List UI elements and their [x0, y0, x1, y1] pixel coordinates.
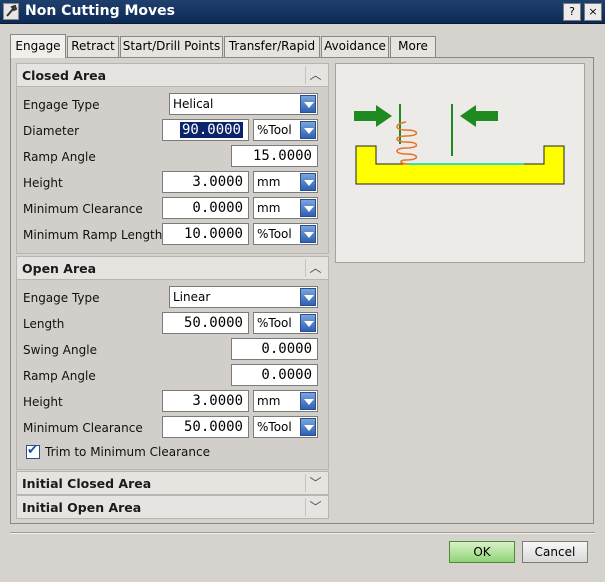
- min-ramp-length-input[interactable]: 10.0000: [162, 223, 249, 245]
- min-clearance-unit-select[interactable]: mm: [253, 197, 318, 219]
- open-min-clearance-input[interactable]: 50.0000: [162, 416, 249, 438]
- closed-area-header[interactable]: Closed Area ︿: [16, 63, 329, 87]
- swing-angle-label: Swing Angle: [23, 343, 97, 357]
- button-separator: [10, 532, 595, 534]
- diameter-input[interactable]: 90.0000: [162, 119, 249, 141]
- diameter-label: Diameter: [23, 124, 80, 138]
- length-input[interactable]: 50.0000: [162, 312, 249, 334]
- chevron-down-icon[interactable]: ﹀: [305, 498, 325, 516]
- open-min-clearance-label: Minimum Clearance: [23, 421, 143, 435]
- left-arrow-icon: [354, 105, 392, 127]
- dropdown-arrow-icon[interactable]: [300, 173, 316, 191]
- min-ramp-length-unit: %Tool: [257, 227, 292, 241]
- dropdown-arrow-icon[interactable]: [300, 418, 316, 436]
- open-ramp-angle-label: Ramp Angle: [23, 369, 96, 383]
- closed-area-title: Closed Area: [22, 68, 107, 83]
- open-engage-type-label: Engage Type: [23, 291, 100, 305]
- length-unit: %Tool: [257, 316, 292, 330]
- tab-start-drill-points[interactable]: Start/Drill Points: [120, 36, 223, 57]
- engage-preview: [335, 63, 585, 263]
- dropdown-arrow-icon[interactable]: [300, 392, 316, 410]
- initial-open-area-header[interactable]: Initial Open Area ﹀: [16, 495, 329, 519]
- wrench-icon[interactable]: [3, 3, 19, 20]
- title-bar: Non Cutting Moves ? ×: [0, 0, 605, 24]
- right-arrow-icon: [460, 105, 498, 127]
- window-title: Non Cutting Moves: [25, 3, 175, 19]
- diameter-unit-select[interactable]: %Tool: [253, 119, 318, 141]
- height-unit-select[interactable]: mm: [253, 171, 318, 193]
- trim-checkbox-label: Trim to Minimum Clearance: [45, 445, 210, 459]
- open-engage-type-value: Linear: [173, 290, 211, 304]
- chevron-up-icon[interactable]: ︿: [305, 66, 325, 84]
- diameter-value: 90.0000: [179, 122, 243, 138]
- open-area-header[interactable]: Open Area ︿: [16, 256, 329, 280]
- ok-button[interactable]: OK: [449, 541, 515, 563]
- engage-type-label: Engage Type: [23, 98, 100, 112]
- chevron-up-icon[interactable]: ︿: [305, 259, 325, 277]
- open-height-unit-select[interactable]: mm: [253, 390, 318, 412]
- dropdown-arrow-icon[interactable]: [300, 95, 316, 113]
- closed-engage-type-select[interactable]: Helical: [169, 93, 318, 115]
- height-input[interactable]: 3.0000: [162, 171, 249, 193]
- dropdown-arrow-icon[interactable]: [300, 225, 316, 243]
- tab-avoidance[interactable]: Avoidance: [321, 36, 389, 57]
- chevron-down-icon[interactable]: ﹀: [305, 474, 325, 492]
- open-min-clearance-unit-select[interactable]: %Tool: [253, 416, 318, 438]
- open-height-label: Height: [23, 395, 63, 409]
- closed-engage-type-value: Helical: [173, 97, 214, 111]
- dropdown-arrow-icon[interactable]: [300, 121, 316, 139]
- dropdown-arrow-icon[interactable]: [300, 288, 316, 306]
- helical-engage-diagram: [354, 104, 565, 185]
- ramp-angle-input[interactable]: 15.0000: [231, 145, 318, 167]
- min-ramp-length-label: Minimum Ramp Length: [23, 228, 163, 242]
- cancel-button[interactable]: Cancel: [522, 541, 588, 563]
- open-height-input[interactable]: 3.0000: [162, 390, 249, 412]
- swing-angle-input[interactable]: 0.0000: [231, 338, 318, 360]
- help-icon[interactable]: ?: [563, 3, 581, 21]
- tab-more[interactable]: More: [390, 36, 436, 57]
- close-icon[interactable]: ×: [584, 3, 602, 21]
- open-min-clearance-unit: %Tool: [257, 420, 292, 434]
- open-height-unit: mm: [257, 394, 281, 408]
- length-unit-select[interactable]: %Tool: [253, 312, 318, 334]
- min-clearance-input[interactable]: 0.0000: [162, 197, 249, 219]
- height-unit: mm: [257, 175, 281, 189]
- open-engage-type-select[interactable]: Linear: [169, 286, 318, 308]
- trim-checkbox[interactable]: [26, 443, 40, 459]
- tab-transfer-rapid[interactable]: Transfer/Rapid: [224, 36, 320, 57]
- tab-engage[interactable]: Engage: [10, 34, 66, 58]
- diameter-unit: %Tool: [257, 123, 292, 137]
- initial-closed-area-title: Initial Closed Area: [22, 476, 152, 491]
- initial-open-area-title: Initial Open Area: [22, 500, 142, 515]
- dropdown-arrow-icon[interactable]: [300, 199, 316, 217]
- closed-area-body: Engage Type Helical Diameter 90.0000 %To…: [16, 87, 329, 254]
- min-clearance-unit: mm: [257, 201, 281, 215]
- initial-closed-area-header[interactable]: Initial Closed Area ﹀: [16, 471, 329, 495]
- ramp-angle-label: Ramp Angle: [23, 150, 96, 164]
- open-ramp-angle-input[interactable]: 0.0000: [231, 364, 318, 386]
- dropdown-arrow-icon[interactable]: [300, 314, 316, 332]
- height-label: Height: [23, 176, 63, 190]
- open-area-body: Engage Type Linear Length 50.0000 %Tool …: [16, 280, 329, 470]
- tab-retract[interactable]: Retract: [67, 36, 119, 57]
- length-label: Length: [23, 317, 65, 331]
- min-ramp-length-unit-select[interactable]: %Tool: [253, 223, 318, 245]
- open-area-title: Open Area: [22, 261, 97, 276]
- min-clearance-label: Minimum Clearance: [23, 202, 143, 216]
